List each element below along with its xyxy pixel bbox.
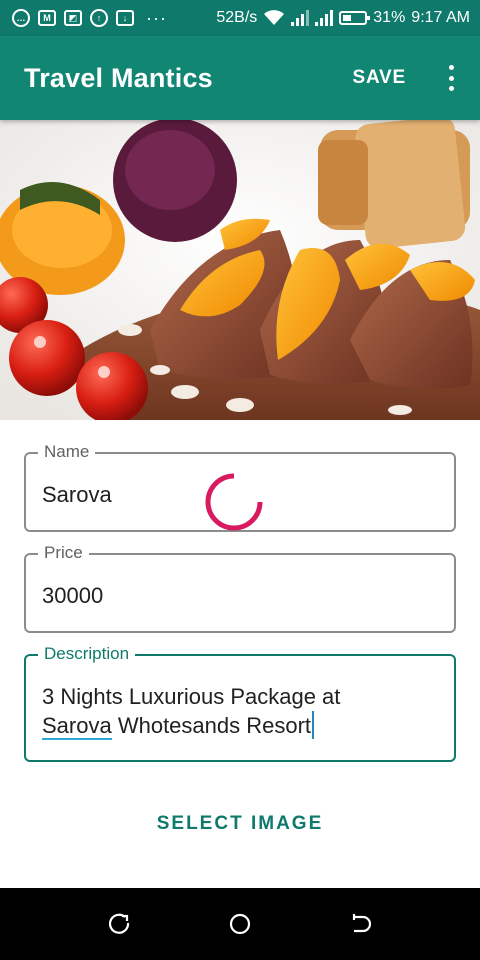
messenger-icon: … [12,9,30,27]
price-field[interactable]: Price 30000 [24,542,456,633]
wifi-icon [264,10,285,25]
deal-image [0,120,480,420]
notification-icons: … M ◩ ↑ ↓ ··· [12,8,167,29]
description-line-2-rest: Whotesands Resort [111,713,312,738]
mail-icon: M [38,10,56,26]
more-notifications-icon: ··· [146,7,167,28]
loading-spinner-icon [205,473,263,531]
download-icon: ↓ [116,10,134,26]
clock: 9:17 AM [411,9,470,26]
spellcheck-word: Sarova [42,713,112,740]
name-label: Name [38,441,96,463]
battery-icon [339,11,371,25]
description-field[interactable]: Description 3 Nights Luxurious Package a… [24,643,456,762]
status-bar: … M ◩ ↑ ↓ ··· 52B/s 31% 9:17 AM [0,0,480,36]
signal-icon [291,10,310,26]
save-button[interactable]: SAVE [348,59,410,97]
recent-apps-icon[interactable] [100,904,140,944]
price-input[interactable]: 30000 [42,582,103,610]
navigation-bar [0,888,480,960]
more-vert-icon[interactable] [446,65,456,91]
app-title: Travel Mantics [24,62,213,93]
back-icon[interactable] [340,904,380,944]
system-icons: 52B/s 31% 9:17 AM [216,9,470,27]
signal-icon [315,10,334,26]
name-input[interactable]: Sarova [42,481,112,509]
description-input[interactable]: 3 Nights Luxurious Package at Sarova Who… [42,683,442,740]
text-cursor [312,711,315,739]
battery-percentage: 31% [373,9,406,26]
app-bar: Travel Mantics SAVE [0,36,480,120]
select-image-button[interactable]: SELECT IMAGE [0,806,480,842]
description-line-2: Sarova Whotesands Resort [42,711,442,740]
network-speed: 52B/s [216,9,258,26]
description-label: Description [38,643,136,665]
cloud-upload-icon: ↑ [90,9,108,27]
description-line-1: 3 Nights Luxurious Package at [42,684,341,709]
home-icon[interactable] [220,904,260,944]
gallery-icon: ◩ [64,10,82,26]
price-label: Price [38,542,89,564]
